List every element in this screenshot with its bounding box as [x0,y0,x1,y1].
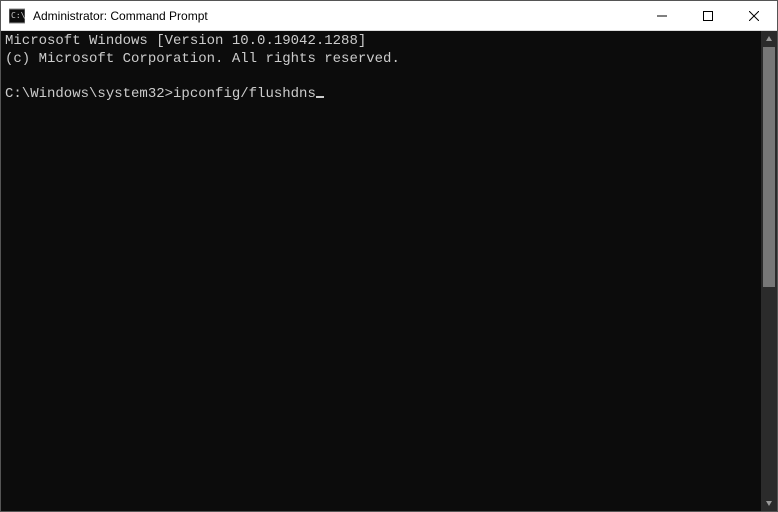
svg-text:C:\: C:\ [11,11,25,20]
minimize-button[interactable] [639,1,685,30]
scroll-up-arrow-icon[interactable] [761,31,777,47]
prompt-text: C:\Windows\system32> [5,86,173,102]
version-line: Microsoft Windows [Version 10.0.19042.12… [5,33,366,49]
maximize-button[interactable] [685,1,731,30]
window-controls [639,1,777,30]
command-input[interactable]: ipconfig/flushdns [173,86,316,102]
scroll-down-arrow-icon[interactable] [761,495,777,511]
terminal-output[interactable]: Microsoft Windows [Version 10.0.19042.12… [1,31,761,511]
copyright-line: (c) Microsoft Corporation. All rights re… [5,51,400,67]
command-prompt-window: C:\ Administrator: Command Prompt Micros… [0,0,778,512]
vertical-scrollbar[interactable] [761,31,777,511]
cmd-icon: C:\ [9,8,25,24]
titlebar[interactable]: C:\ Administrator: Command Prompt [1,1,777,31]
scroll-thumb[interactable] [763,47,775,287]
close-button[interactable] [731,1,777,30]
text-cursor [316,96,324,98]
window-title: Administrator: Command Prompt [31,9,639,23]
terminal-area: Microsoft Windows [Version 10.0.19042.12… [1,31,777,511]
